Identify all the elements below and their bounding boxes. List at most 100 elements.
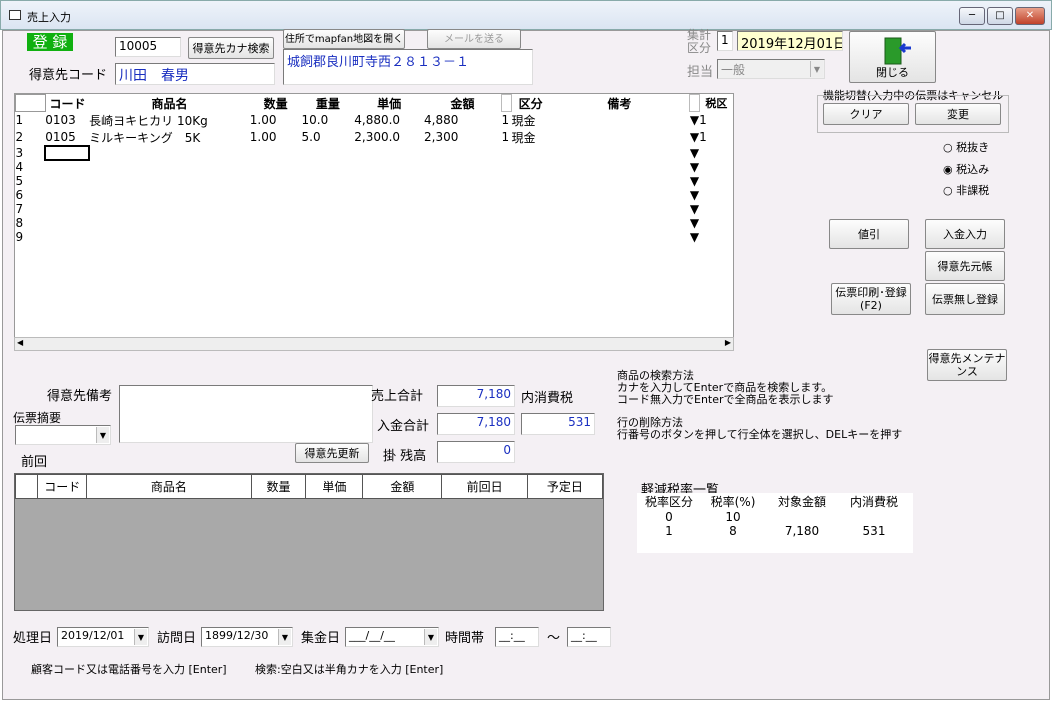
cell-code[interactable]	[45, 188, 89, 202]
cell-tax[interactable]	[699, 174, 733, 188]
grid-horizontal-scrollbar[interactable]: ◀ ▶	[14, 337, 734, 351]
cell-tax[interactable]	[699, 230, 733, 244]
cell-name[interactable]: ミルキーキング 5K	[89, 129, 250, 146]
cell-flag[interactable]	[502, 202, 512, 216]
cell-kubun[interactable]: 現金	[512, 129, 550, 146]
cell-weight[interactable]	[302, 230, 355, 244]
cell-name[interactable]	[89, 202, 250, 216]
clear-button[interactable]: クリア	[823, 103, 909, 125]
radio-tax-free[interactable]: ○ 非課税	[943, 182, 989, 198]
cell-tax[interactable]	[699, 202, 733, 216]
mapfan-button[interactable]: 住所でmapfan地図を開く	[283, 29, 405, 49]
minimize-button[interactable]: ─	[959, 7, 985, 25]
cell-name[interactable]	[89, 160, 250, 174]
grid-row[interactable]: 8 ▼	[16, 216, 734, 230]
cell-qty[interactable]	[250, 188, 302, 202]
cell-name[interactable]: 長崎ヨキヒカリ 10Kg	[89, 112, 250, 129]
cell-amount[interactable]	[424, 230, 502, 244]
grid-row[interactable]: 5 ▼	[16, 174, 734, 188]
grid-row[interactable]: 9 ▼	[16, 230, 734, 244]
row-number-button[interactable]: 5	[16, 174, 46, 188]
slip-summary-select[interactable]: ▼	[15, 425, 111, 445]
customer-memo-field[interactable]	[119, 385, 373, 443]
grid-row[interactable]: 4 ▼	[16, 160, 734, 174]
cell-name[interactable]	[89, 216, 250, 230]
cell-weight[interactable]: 5.0	[302, 129, 355, 146]
cell-memo[interactable]	[549, 129, 690, 146]
cell-weight[interactable]: 10.0	[302, 112, 355, 129]
cell-qty[interactable]	[250, 174, 302, 188]
cell-name[interactable]	[89, 188, 250, 202]
cell-weight[interactable]	[302, 160, 355, 174]
cell-name[interactable]	[89, 174, 250, 188]
payment-button[interactable]: 入金入力	[925, 219, 1005, 249]
cell-amount[interactable]	[424, 188, 502, 202]
cell-code[interactable]: 0105	[45, 129, 89, 146]
chevron-down-icon[interactable]: ▼	[690, 129, 699, 146]
cell-tax[interactable]	[699, 146, 733, 160]
row-number-button[interactable]: 1	[16, 112, 46, 129]
cell-flag[interactable]	[502, 230, 512, 244]
cell-code[interactable]	[44, 144, 91, 161]
chevron-down-icon[interactable]: ▼	[690, 202, 699, 216]
customer-maint-button[interactable]: 得意先メンテナンス	[927, 349, 1007, 381]
cell-memo[interactable]	[549, 188, 690, 202]
cell-kubun[interactable]	[512, 160, 550, 174]
row-number-button[interactable]: 3	[16, 146, 46, 160]
cell-price[interactable]	[354, 174, 424, 188]
cell-weight[interactable]	[302, 146, 355, 160]
date-field[interactable]: 2019年12月01日	[737, 31, 843, 51]
no-slip-register-button[interactable]: 伝票無し登録	[925, 283, 1005, 315]
row-number-button[interactable]: 9	[16, 230, 46, 244]
cell-tax[interactable]: 1	[699, 129, 733, 146]
grid-row[interactable]: 6 ▼	[16, 188, 734, 202]
chevron-down-icon[interactable]: ▼	[690, 160, 699, 174]
chevron-down-icon[interactable]: ▼	[690, 112, 699, 129]
cell-name[interactable]	[89, 230, 250, 244]
cell-weight[interactable]	[302, 202, 355, 216]
cell-price[interactable]	[354, 230, 424, 244]
cell-amount[interactable]	[424, 160, 502, 174]
row-number-button[interactable]: 6	[16, 188, 46, 202]
cell-kubun[interactable]	[512, 202, 550, 216]
cell-code[interactable]	[45, 230, 89, 244]
cell-tax[interactable]	[699, 216, 733, 230]
time-from-field[interactable]: __:__	[495, 627, 539, 647]
print-register-button[interactable]: 伝票印刷･登録(F2)	[831, 283, 911, 315]
chevron-down-icon[interactable]: ▼	[690, 146, 699, 160]
cell-memo[interactable]	[549, 146, 690, 160]
cell-weight[interactable]	[302, 216, 355, 230]
cell-tax[interactable]	[699, 188, 733, 202]
visit-date-field[interactable]: 1899/12/30 ▼	[201, 627, 293, 647]
cell-memo[interactable]	[549, 112, 690, 129]
time-to-field[interactable]: __:__	[567, 627, 611, 647]
customer-name-field[interactable]: 川田 春男	[115, 63, 275, 85]
cell-flag[interactable]	[502, 188, 512, 202]
cell-code[interactable]	[45, 202, 89, 216]
discount-button[interactable]: 値引	[829, 219, 909, 249]
close-button[interactable]: 閉じる	[849, 31, 936, 83]
radio-tax-incl[interactable]: ◉ 税込み	[943, 161, 989, 177]
cell-price[interactable]: 2,300.0	[354, 129, 424, 146]
grid-row[interactable]: 2 0105 ミルキーキング 5K 1.00 5.0 2,300.0 2,300 1 現金 ▼ 1	[16, 129, 734, 146]
cell-amount[interactable]	[424, 174, 502, 188]
cell-price[interactable]	[354, 146, 424, 160]
chevron-down-icon[interactable]: ▼	[690, 216, 699, 230]
cell-kubun[interactable]	[512, 174, 550, 188]
cell-amount[interactable]: 2,300	[424, 129, 502, 146]
cell-amount[interactable]	[424, 146, 502, 160]
cell-kubun[interactable]	[512, 188, 550, 202]
cell-name[interactable]	[89, 146, 250, 160]
kana-search-button[interactable]: 得意先カナ検索	[188, 37, 274, 59]
cell-price[interactable]	[354, 216, 424, 230]
cell-price[interactable]	[354, 202, 424, 216]
cell-price[interactable]	[354, 188, 424, 202]
cell-code[interactable]	[45, 216, 89, 230]
customer-update-button[interactable]: 得意先更新	[295, 443, 369, 463]
change-button[interactable]: 変更	[915, 103, 1001, 125]
cell-flag[interactable]	[502, 146, 512, 160]
cell-memo[interactable]	[549, 160, 690, 174]
period-input[interactable]: 1	[717, 31, 733, 51]
row-number-button[interactable]: 8	[16, 216, 46, 230]
cell-qty[interactable]	[250, 230, 302, 244]
